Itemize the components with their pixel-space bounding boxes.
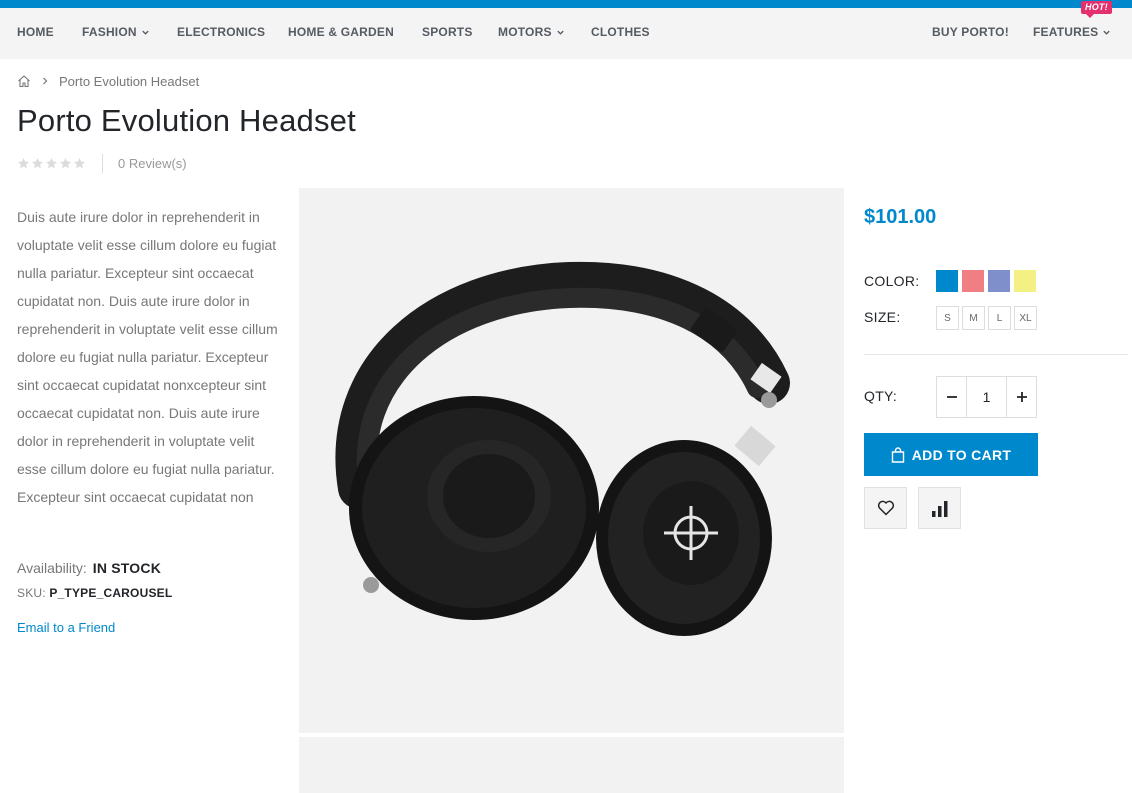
nav-item-label: SPORTS: [422, 25, 473, 39]
color-swatch-purple[interactable]: [988, 270, 1010, 292]
size-label: SIZE:: [864, 309, 901, 325]
breadcrumb: Porto Evolution Headset: [17, 72, 199, 90]
size-options: S M L XL: [936, 306, 1037, 330]
options-divider: [864, 354, 1128, 355]
nav-item-clothes[interactable]: CLOTHES: [591, 8, 650, 59]
nav-item-label: FASHION: [82, 25, 137, 39]
nav-item-label: HOME & GARDEN: [288, 25, 394, 39]
color-swatch-yellow[interactable]: [1014, 270, 1036, 292]
home-icon[interactable]: [17, 74, 31, 88]
availability-value: IN STOCK: [92, 560, 162, 576]
nav-item-fashion[interactable]: FASHION: [82, 8, 150, 59]
nav-item-sports[interactable]: SPORTS: [422, 8, 473, 59]
quantity-stepper: [936, 376, 1037, 418]
product-description: Duis aute irure dolor in reprehenderit i…: [17, 209, 278, 505]
chevron-down-icon: [556, 30, 564, 35]
nav-item-label: FEATURES: [1033, 25, 1099, 39]
chevron-right-icon: [43, 77, 48, 85]
star-icon: [73, 157, 86, 169]
reviews-link[interactable]: 0 Review(s): [118, 156, 187, 171]
add-to-cart-button[interactable]: ADD TO CART: [864, 433, 1038, 476]
size-option-xl[interactable]: XL: [1014, 306, 1037, 330]
size-option-m[interactable]: M: [962, 306, 985, 330]
qty-label: QTY:: [864, 388, 898, 404]
chevron-down-icon: [142, 30, 149, 35]
product-thumbnail-next[interactable]: [299, 737, 844, 793]
product-title: Porto Evolution Headset: [17, 103, 356, 138]
size-option-l[interactable]: L: [988, 306, 1011, 330]
color-swatch-blue[interactable]: [936, 270, 958, 292]
star-icon: [17, 157, 30, 169]
qty-increment-button[interactable]: [1007, 377, 1036, 417]
nav-item-home[interactable]: HOME: [17, 8, 54, 59]
nav-item-electronics[interactable]: ELECTRONICS: [177, 8, 265, 59]
hot-badge: HOT!: [1081, 1, 1112, 18]
star-icon: [59, 157, 72, 169]
availability: Availability: IN STOCK: [17, 560, 161, 576]
rating-divider: [102, 154, 103, 173]
star-icon: [45, 157, 58, 169]
plus-icon: [1016, 392, 1027, 402]
star-icon: [31, 157, 44, 169]
color-label: COLOR:: [864, 273, 920, 289]
availability-label: Availability:: [17, 560, 87, 576]
sku-label: SKU:: [17, 586, 46, 600]
breadcrumb-current: Porto Evolution Headset: [59, 73, 200, 89]
rating-stars: [17, 157, 86, 170]
bar-chart-icon: [931, 500, 947, 517]
add-to-cart-label: ADD TO CART: [911, 446, 1012, 463]
sku-value: P_TYPE_CAROUSEL: [49, 586, 173, 600]
nav-item-features[interactable]: HOT! FEATURES: [1033, 1, 1112, 59]
nav-item-label: ELECTRONICS: [177, 25, 266, 39]
nav-item-label: BUY PORTO!: [932, 25, 1009, 39]
chevron-down-icon: [1103, 30, 1111, 35]
qty-input[interactable]: [966, 377, 1007, 417]
product-rating: 0 Review(s): [17, 154, 187, 173]
nav-item-buy-porto[interactable]: BUY PORTO!: [932, 8, 1009, 59]
main-nav: HOME FASHION ELECTRONICS HOME & GARDEN S…: [0, 1, 1132, 59]
minus-icon: [946, 396, 957, 398]
sku: SKU: P_TYPE_CAROUSEL: [17, 586, 172, 600]
qty-decrement-button[interactable]: [937, 377, 966, 417]
shopping-bag-icon: [891, 446, 904, 463]
color-swatch-pink[interactable]: [962, 270, 984, 292]
nav-item-label: CLOTHES: [591, 25, 650, 39]
nav-item-label: HOME: [17, 25, 54, 39]
product-price: $101.00: [864, 206, 937, 228]
nav-item-motors[interactable]: MOTORS: [498, 8, 565, 59]
wishlist-button[interactable]: [864, 487, 907, 529]
product-image[interactable]: [299, 188, 844, 733]
nav-item-label: MOTORS: [498, 25, 552, 39]
size-option-s[interactable]: S: [936, 306, 959, 330]
compare-button[interactable]: [918, 487, 961, 529]
top-accent-bar: [0, 0, 1132, 8]
email-friend-link[interactable]: Email to a Friend: [17, 620, 115, 635]
heart-icon: [877, 500, 894, 516]
nav-item-home-garden[interactable]: HOME & GARDEN: [288, 8, 394, 59]
headset-image: [335, 261, 790, 636]
color-swatches: [936, 270, 1036, 292]
